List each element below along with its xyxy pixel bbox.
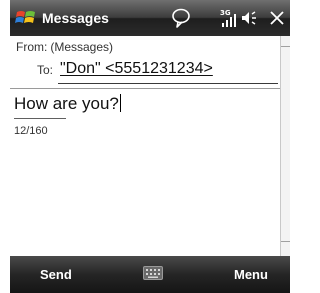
scrollbar[interactable] bbox=[280, 36, 290, 256]
message-body[interactable]: How are you? bbox=[14, 94, 121, 114]
character-count: 12/160 bbox=[14, 125, 48, 137]
title-bar: Messages 3G bbox=[10, 0, 290, 36]
signal-badge: 3G bbox=[220, 9, 231, 17]
header-divider bbox=[10, 88, 280, 89]
from-value[interactable]: (Messages) bbox=[50, 40, 113, 54]
speaker-icon[interactable] bbox=[240, 9, 262, 27]
send-button[interactable]: Send bbox=[40, 267, 72, 282]
scrollbar-tick bbox=[281, 241, 290, 242]
signal-3g-icon[interactable]: 3G bbox=[218, 7, 240, 29]
scrollbar-tick bbox=[281, 46, 290, 47]
text-caret bbox=[119, 94, 121, 112]
phone-screen: Messages 3G From: (Messages) To: "Don" <5… bbox=[10, 0, 290, 293]
from-row: From: (Messages) bbox=[16, 40, 113, 54]
notification-bubble-icon[interactable] bbox=[170, 7, 192, 29]
message-underline bbox=[14, 118, 66, 119]
windows-start-icon[interactable] bbox=[15, 8, 37, 28]
to-field[interactable]: "Don" <5551231234> bbox=[60, 60, 213, 78]
close-icon[interactable] bbox=[268, 9, 286, 27]
keyboard-icon[interactable] bbox=[143, 266, 163, 280]
from-label: From: bbox=[16, 40, 48, 54]
to-label: To: bbox=[37, 63, 54, 77]
to-field-underline bbox=[58, 83, 278, 84]
softkey-bar: Send Menu bbox=[10, 256, 290, 293]
menu-button[interactable]: Menu bbox=[234, 267, 268, 282]
compose-area: From: (Messages) To: "Don" <5551231234> H… bbox=[10, 36, 280, 256]
app-title: Messages bbox=[42, 10, 109, 26]
message-text: How are you? bbox=[14, 94, 119, 113]
